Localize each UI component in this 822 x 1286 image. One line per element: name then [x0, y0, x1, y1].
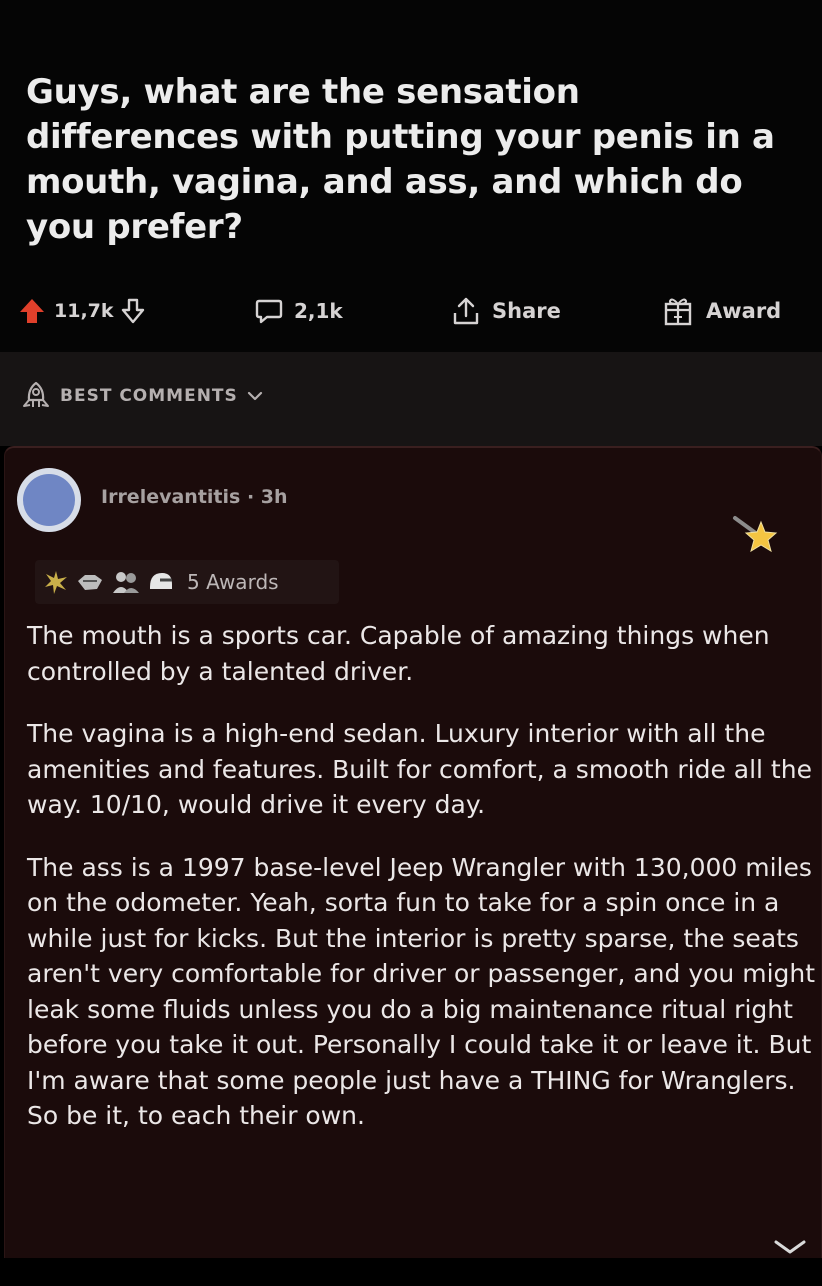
avatar[interactable]: [17, 468, 81, 532]
meta-separator: ·: [246, 486, 255, 508]
award-button[interactable]: Award: [662, 288, 781, 334]
post-action-bar: 11,7k 2,1k Share Award: [0, 288, 822, 334]
comment-body: The mouth is a sports car. Capable of am…: [27, 618, 817, 1161]
post-header: Guys, what are the sensation differences…: [0, 0, 822, 352]
comment-paragraph: The vagina is a high-end sedan. Luxury i…: [27, 719, 812, 819]
award-helmet-icon: [147, 569, 175, 595]
arrow-down-icon[interactable]: [120, 297, 146, 325]
avatar-image: [23, 474, 75, 526]
collapse-chevron-icon[interactable]: [770, 1236, 810, 1258]
award-label: Award: [706, 299, 782, 323]
comments-button[interactable]: 2,1k: [254, 288, 343, 334]
awards-bar[interactable]: 5 Awards: [35, 560, 339, 604]
share-icon: [452, 296, 480, 326]
rocket-icon: [20, 380, 52, 412]
comment-meta: Irrelevantitis · 3h: [101, 486, 288, 508]
vote-controls: 11,7k: [18, 288, 146, 334]
sort-label: BEST COMMENTS: [60, 386, 238, 406]
award-people-icon: [111, 569, 141, 595]
chevron-down-icon: [246, 389, 264, 403]
share-label: Share: [492, 299, 561, 323]
award-burst-icon: [43, 569, 69, 595]
star-award-icon: [731, 510, 781, 560]
comment-paragraph: The ass is a 1997 base-level Jeep Wrangl…: [27, 852, 816, 1131]
award-hands-icon: [75, 569, 105, 595]
share-button[interactable]: Share: [452, 288, 561, 334]
sort-dropdown[interactable]: BEST COMMENTS: [20, 378, 264, 414]
comment-paragraph: The mouth is a sports car. Capable of am…: [27, 621, 770, 686]
comment-bubble-icon: [254, 296, 284, 326]
comment-author[interactable]: Irrelevantitis: [101, 486, 240, 508]
comment-sort-bar: BEST COMMENTS: [0, 352, 822, 446]
gift-icon: [662, 295, 694, 327]
comment: Irrelevantitis · 3h 5 Awards The mouth i…: [4, 446, 822, 1260]
arrow-up-icon[interactable]: [18, 297, 46, 325]
upvote-count: 11,7k: [54, 300, 114, 322]
bottom-edge: [0, 1258, 822, 1286]
awards-count: 5 Awards: [187, 570, 279, 594]
comment-count: 2,1k: [294, 299, 343, 323]
comment-time: 3h: [260, 486, 288, 508]
post-title: Guys, what are the sensation differences…: [26, 72, 775, 247]
